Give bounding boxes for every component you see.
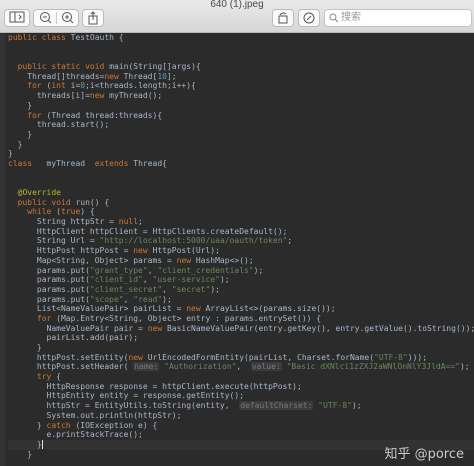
preview-window: 640 (1).jpeg 搜索 public class TestOauth { — [0, 0, 474, 466]
code-line: } — [8, 139, 23, 149]
code-line: params.put("client_secret", "secret"); — [8, 284, 220, 294]
code-line: for (Thread thread:threads){ — [27, 110, 163, 120]
code-line: pairList.add(pair); — [8, 333, 139, 343]
code-line: public void run() { — [17, 197, 110, 207]
text-caret — [41, 439, 43, 449]
code-line: String httpStr = null; — [8, 217, 143, 227]
code-line: try { — [36, 372, 61, 382]
zoom-group — [33, 9, 79, 27]
share-button[interactable] — [82, 9, 104, 27]
code-line: httpStr = EntityUtils.toString(entity, d… — [8, 401, 362, 411]
code-line: } catch (IOException e) { — [8, 420, 158, 430]
code-line: } — [8, 100, 33, 110]
code-line: String Url = "http://localhost:5000/uaa/… — [8, 236, 293, 246]
code-editor-image: public class TestOauth { public static v… — [0, 33, 474, 466]
code-line: HttpPost httpPost = new HttpPost(Url); — [8, 246, 220, 256]
code-block: public class TestOauth { public static v… — [8, 33, 474, 466]
code-line: params.put("grant_type", "client_credent… — [8, 265, 264, 275]
code-line: NameValuePair pair = new BasicNameValueP… — [8, 323, 474, 333]
code-line: public class TestOauth { — [8, 33, 124, 42]
code-line: httpPost.setEntity(new UrlEncodedFormEnt… — [8, 352, 428, 362]
rotate-icon — [278, 12, 288, 24]
editor-gutter — [0, 33, 5, 466]
code-line: } — [8, 343, 42, 352]
rotate-button[interactable] — [272, 9, 294, 27]
code-line: HttpEntity entity = response.getEntity()… — [8, 391, 245, 401]
code-line: } — [8, 129, 33, 139]
code-line: HttpClient httpClient = HttpClients.crea… — [8, 226, 288, 236]
markup-button[interactable] — [298, 9, 320, 27]
watermark: 知乎 @porce — [384, 447, 464, 462]
sidebar-toggle-icon — [9, 11, 25, 23]
code-line: System.out.println(httpStr); — [8, 410, 182, 420]
share-icon — [88, 11, 98, 25]
markup-pen-icon — [303, 12, 315, 24]
code-line: e.printStackTrace(); — [8, 430, 143, 440]
code-line: while (true) { — [27, 207, 95, 217]
code-line: @Override — [17, 188, 61, 197]
zoom-in-icon[interactable] — [57, 10, 79, 26]
sidebar-toggle-button[interactable] — [4, 9, 30, 27]
search-field[interactable]: 搜索 — [324, 9, 472, 27]
code-line: for (Map.Entry<String, Object> entry : p… — [36, 313, 322, 323]
code-line: List<NameValuePair> pairList = new Array… — [8, 304, 336, 314]
zoom-out-icon[interactable] — [35, 10, 57, 26]
code-line: for (int i=0;i<threads.length;i++){ — [27, 81, 196, 91]
code-line: } — [8, 149, 13, 159]
search-placeholder: 搜索 — [341, 12, 361, 23]
code-line: Map<String, Object> params = new HashMap… — [8, 255, 254, 265]
search-icon — [329, 13, 339, 23]
code-line: Thread[]threads=new Thread[10]; — [8, 71, 177, 81]
code-line: class myThread extends Thread{ — [8, 158, 167, 168]
code-line: params.put("scope", "read"); — [8, 294, 172, 304]
code-line: public static void main(String[]args){ — [17, 62, 201, 72]
code-line: thread.start(); — [8, 120, 110, 130]
toolbar: 640 (1).jpeg 搜索 — [0, 0, 474, 33]
code-line: params.put("client_id", "user-service"); — [8, 275, 230, 285]
code-line: threads[i]=new myThread(); — [8, 91, 163, 101]
code-line: httpPost.setHeader( name: "Authorization… — [8, 362, 470, 372]
code-line: HttpResponse response = httpClient.execu… — [8, 381, 302, 391]
